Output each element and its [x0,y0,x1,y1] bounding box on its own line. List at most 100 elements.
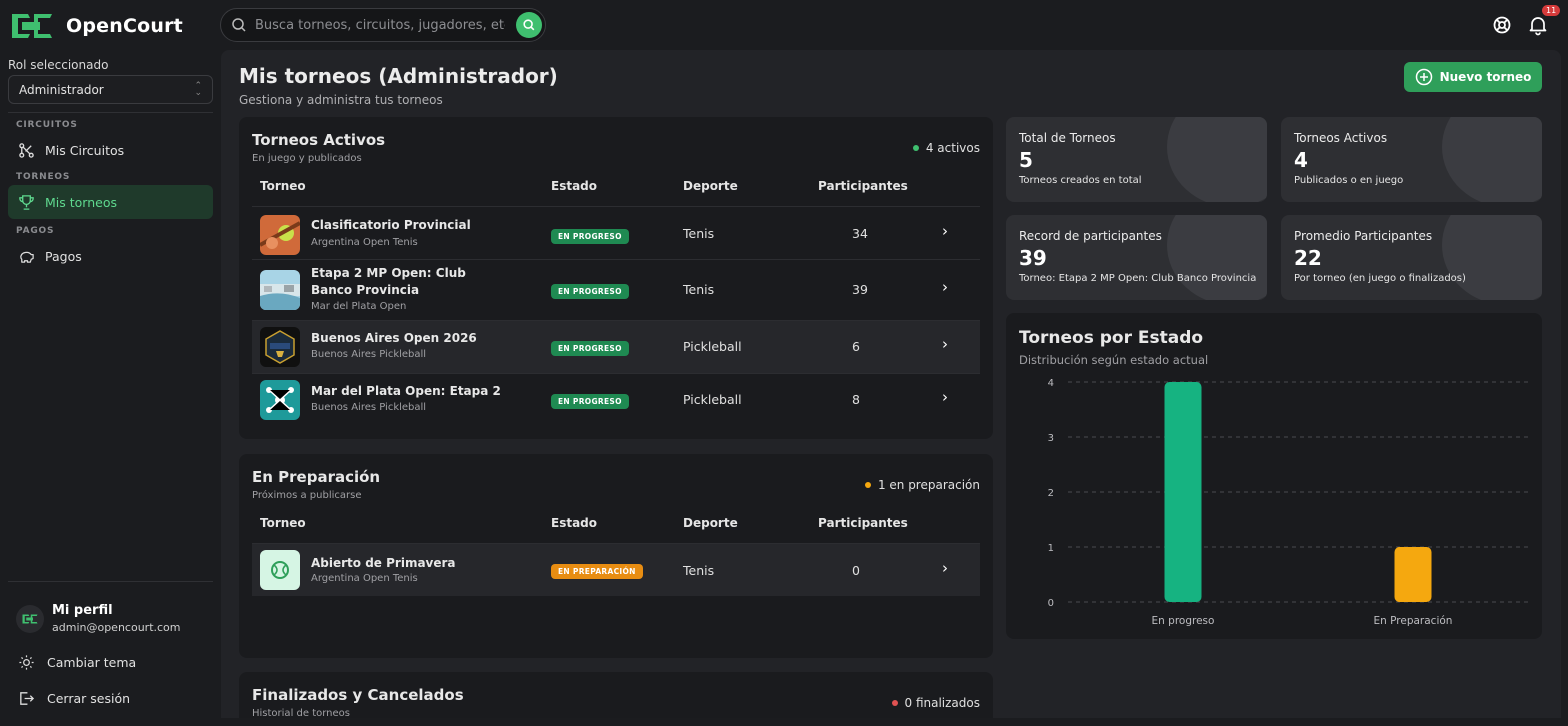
tournament-circuit: Buenos Aires Pickleball [311,349,427,360]
card-decoration [1442,117,1542,202]
profile-link[interactable]: Mi perfil admin@opencourt.com [16,603,181,634]
notification-count-badge: 11 [1542,5,1561,16]
logout-button[interactable]: Cerrar sesión [18,690,130,707]
divider [8,112,213,113]
logout-icon [20,692,35,705]
help-lifebuoy-icon[interactable] [1491,14,1513,36]
stat-value: 39 [1019,246,1047,270]
finished-count: 0 finalizados [891,696,980,710]
tournament-circuit: Argentina Open Tenis [311,237,418,248]
sidebar-item-pagos[interactable]: Pagos [8,239,213,273]
chevron-right-icon[interactable]: › [942,388,948,406]
bar-chart: 0 1 2 3 4 En progreso En Preparación [1048,378,1528,627]
y-tick-label: 2 [1048,488,1054,499]
role-select[interactable]: Administrador ⌃ ⌄ [8,75,213,104]
column-header: Deporte [683,179,738,193]
status-badge: EN PROGRESO [551,394,629,409]
card-decoration [1167,215,1267,300]
table-header: Torneo Estado Deporte Participantes [252,179,980,207]
change-theme-label: Cambiar tema [47,655,137,670]
change-theme-button[interactable]: Cambiar tema [18,654,136,671]
sidebar: Rol seleccionado Administrador ⌃ ⌄ CIRCUI… [0,50,220,726]
opencourt-logo-icon [12,14,52,38]
main-content: Mis torneos (Administrador) Gestiona y a… [221,50,1561,718]
table-row[interactable]: Mar del Plata Open: Etapa 2 Buenos Aires… [252,373,980,426]
y-tick-label: 4 [1048,378,1054,389]
stat-value: 22 [1294,246,1322,270]
role-select-value: Administrador [19,82,104,97]
preparation-panel: En Preparación Próximos a publicarse 1 e… [239,454,993,658]
preparation-count: 1 en preparación [864,478,980,492]
new-tournament-label: Nuevo torneo [1439,70,1532,84]
participants-cell: 6 [852,339,860,354]
chevron-right-icon[interactable]: › [942,222,948,240]
stat-label: Total de Torneos [1019,131,1116,145]
tournament-thumbnail [260,550,300,590]
sidebar-item-mis-circuitos[interactable]: Mis Circuitos [8,133,213,167]
tournament-thumbnail [260,270,300,310]
page-subtitle: Gestiona y administra tus torneos [239,93,443,107]
y-tick-label: 1 [1048,543,1054,554]
logout-label: Cerrar sesión [47,691,131,706]
status-dot [891,700,898,706]
new-tournament-button[interactable]: Nuevo torneo [1404,62,1542,92]
stat-subtext: Publicados o en juego [1294,175,1404,186]
sidebar-item-mis-torneos[interactable]: Mis torneos [8,185,213,219]
table-row[interactable]: Abierto de Primavera Argentina Open Teni… [252,543,980,596]
search-bar [220,8,546,42]
tournament-name: Etapa 2 MP Open: Club Banco Provincia [311,266,466,297]
app-logo[interactable]: OpenCourt [8,10,183,42]
chevron-right-icon[interactable]: › [942,278,948,296]
stat-subtext: Torneos creados en total [1019,175,1142,186]
participants-cell: 34 [852,226,868,241]
panel-subtitle: Historial de torneos [252,708,350,718]
section-title-torneos: TORNEOS [16,172,71,182]
bell-icon[interactable] [1527,14,1549,36]
stat-value: 5 [1019,148,1033,172]
tournament-name: Abierto de Primavera [311,556,456,570]
table-row[interactable]: Clasificatorio Provincial Argentina Open… [252,206,980,259]
table-row[interactable]: Buenos Aires Open 2026 Buenos Aires Pick… [252,320,980,373]
bar[interactable] [1164,382,1202,602]
sun-icon [19,655,34,670]
chevron-right-icon[interactable]: › [942,559,948,577]
active-count: 4 activos [912,141,980,155]
stat-subtext: Por torneo (en juego o finalizados) [1294,273,1466,284]
table-row[interactable]: Etapa 2 MP Open: Club Banco Provincia Ma… [252,259,980,320]
chevron-right-icon[interactable]: › [942,335,948,353]
tournament-name: Clasificatorio Provincial [311,218,471,232]
finished-panel: Finalizados y Cancelados Historial de to… [239,672,993,718]
tournament-circuit: Buenos Aires Pickleball [311,402,427,413]
column-header: Participantes [818,516,908,530]
tournament-thumbnail [260,215,300,255]
divider [8,581,213,582]
sport-cell: Tenis [683,282,715,297]
bar[interactable] [1394,547,1432,602]
sport-cell: Tenis [683,563,715,578]
sport-cell: Pickleball [683,339,742,354]
opencourt-logo-icon [22,614,38,623]
panel-title: En Preparación [252,468,381,486]
stat-value: 4 [1294,148,1308,172]
trophy-icon [19,194,34,210]
circuit-icon [19,142,34,158]
panel-title: Finalizados y Cancelados [252,686,464,704]
stat-label: Promedio Participantes [1294,229,1433,243]
sidebar-item-label: Mis Circuitos [45,142,125,158]
stat-card-average: Promedio Participantes 22 Por torneo (en… [1281,215,1542,300]
search-icon [523,19,535,31]
status-dot [864,482,871,488]
tournament-thumbnail [260,380,300,420]
search-input[interactable] [255,17,505,33]
y-tick-label: 3 [1048,433,1054,444]
status-chart-panel: Torneos por Estado Distribución según es… [1006,313,1542,639]
status-badge: EN PREPARACIÓN [551,564,643,579]
column-header: Deporte [683,516,738,530]
section-title-pagos: PAGOS [16,226,55,236]
status-badge: EN PROGRESO [551,284,629,299]
profile-name: Mi perfil [52,603,113,618]
column-header: Estado [551,179,598,193]
search-button[interactable] [516,12,542,38]
chevron-updown-icon: ⌃ ⌄ [194,81,202,98]
active-tournaments-panel: Torneos Activos En juego y publicados 4 … [239,117,993,439]
